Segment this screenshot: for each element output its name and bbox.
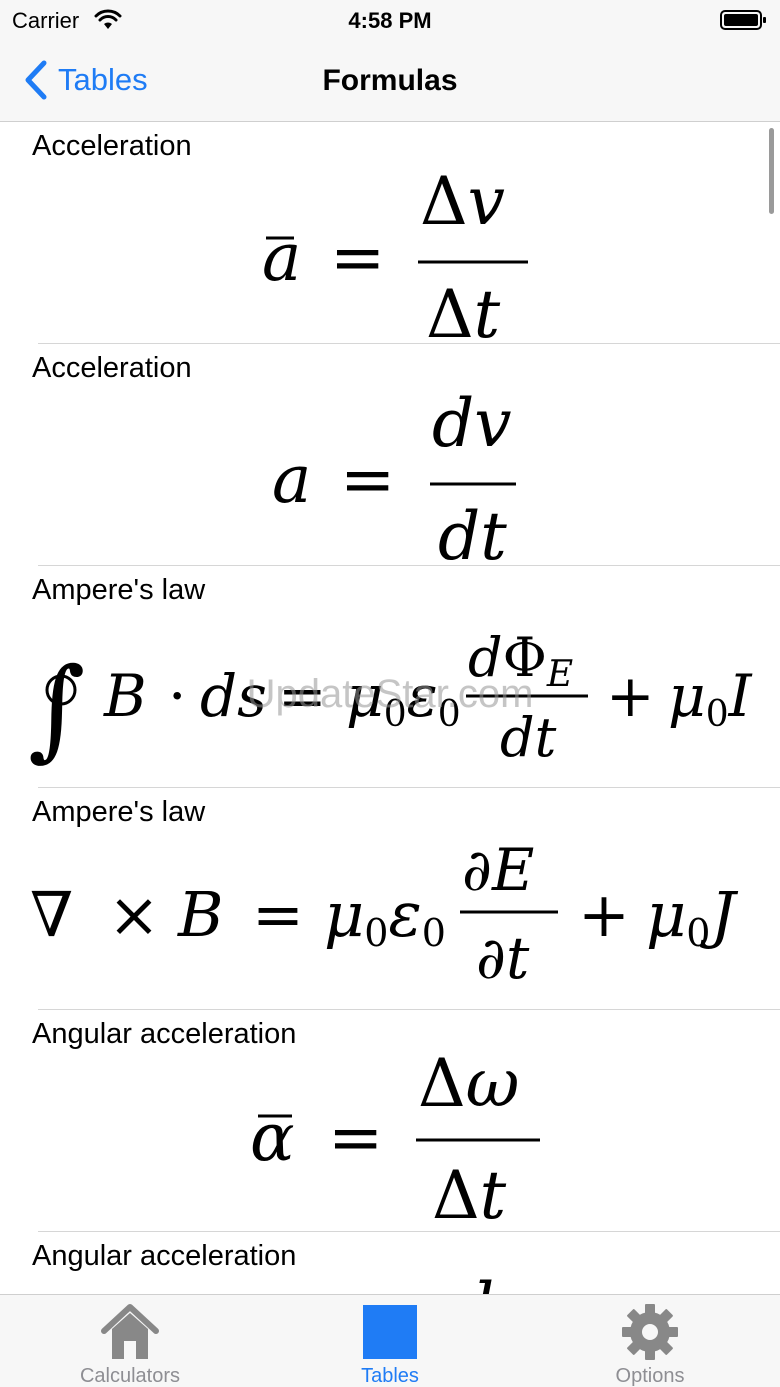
formula-image: a = Δv Δt: [0, 162, 780, 342]
formula-title: Angular acceleration: [32, 1018, 297, 1050]
formula-image: a = dv dt: [0, 384, 780, 564]
svg-text:α: α: [250, 1099, 295, 1176]
svg-text:+: +: [578, 878, 630, 951]
svg-text:a: a: [272, 441, 311, 518]
formula-title: Angular acceleration: [32, 1240, 297, 1272]
formula-title: Acceleration: [32, 352, 192, 384]
svg-text:·: ·: [168, 662, 186, 730]
formula-image: α = Δω Δt: [0, 1050, 780, 1230]
formula-title: Acceleration: [32, 130, 192, 162]
svg-text:×: ×: [108, 878, 160, 951]
svg-text:dv: dv: [432, 385, 512, 462]
svg-text:=: =: [252, 878, 304, 951]
svg-text:=: =: [278, 662, 327, 730]
tab-tables[interactable]: Tables: [260, 1295, 520, 1387]
tab-label: Options: [615, 1365, 685, 1387]
svg-text:Δω: Δω: [418, 1050, 520, 1122]
svg-text:μ0J: μ0J: [646, 878, 738, 955]
formula-image: d: [0, 1272, 780, 1294]
tab-label: Tables: [361, 1365, 419, 1387]
battery-icon: [720, 10, 766, 30]
gear-icon: [622, 1304, 678, 1360]
svg-text:=: =: [330, 219, 385, 296]
svg-text:∫: ∫: [28, 644, 85, 772]
tab-options[interactable]: Options: [520, 1295, 780, 1387]
formula-title: Ampere's law: [32, 574, 206, 606]
svg-text:B: B: [177, 878, 224, 951]
svg-text:+: +: [606, 662, 655, 730]
house-icon: [101, 1304, 159, 1359]
formula-title: Ampere's law: [32, 796, 206, 828]
status-bar: Carrier 4:58 PM: [0, 0, 780, 40]
formula-row[interactable]: Acceleration a = dv dt: [0, 344, 780, 566]
tab-calculators[interactable]: Calculators: [0, 1295, 260, 1387]
formula-image: ∫ B · ds = μ0ε0 dΦE dt + μ0I: [0, 606, 780, 786]
svg-text:=: =: [328, 1099, 383, 1176]
svg-text:=: =: [340, 441, 395, 518]
svg-text:μ0ε0: μ0ε0: [346, 662, 461, 735]
formula-image: ∇ × B = μ0ε0 ∂E ∂t + μ0J: [0, 828, 780, 1008]
svg-text:Δv: Δv: [420, 163, 505, 240]
page-title: Formulas: [322, 64, 458, 97]
svg-text:B: B: [103, 662, 147, 730]
svg-text:Δt: Δt: [432, 1157, 507, 1230]
svg-text:∇: ∇: [30, 878, 73, 951]
svg-text:a: a: [262, 219, 301, 296]
svg-text:μ0I: μ0I: [668, 662, 753, 735]
scroll-indicator[interactable]: [769, 128, 774, 214]
formula-row[interactable]: Ampere's law ∇ × B = μ0ε0 ∂E ∂t + μ0J: [0, 788, 780, 1010]
formula-row[interactable]: Angular acceleration d: [0, 1232, 780, 1294]
svg-text:Δt: Δt: [426, 276, 501, 342]
svg-text:dt: dt: [438, 498, 507, 564]
svg-text:μ0ε0: μ0ε0: [324, 878, 446, 955]
svg-text:∂t: ∂t: [476, 924, 530, 992]
tab-bar: Calculators Tables Options: [0, 1294, 780, 1387]
tab-label: Calculators: [79, 1365, 181, 1387]
svg-text:dΦE: dΦE: [468, 626, 573, 695]
svg-text:dt: dt: [500, 706, 557, 769]
svg-text:∂E: ∂E: [462, 836, 534, 904]
status-time: 4:58 PM: [348, 8, 432, 33]
formula-list[interactable]: Acceleration a = Δv Δt Acceleration a =: [0, 122, 780, 1294]
svg-text:ds: ds: [200, 662, 267, 730]
formula-row[interactable]: Angular acceleration α = Δω Δt: [0, 1010, 780, 1232]
blue-square-icon: [363, 1305, 417, 1359]
formula-row[interactable]: Acceleration a = Δv Δt: [0, 122, 780, 344]
navigation-bar: Tables Formulas: [0, 40, 780, 122]
formula-row[interactable]: Ampere's law ∫ B · ds = μ0ε0 dΦE dt + μ0…: [0, 566, 780, 788]
svg-text:d: d: [452, 1272, 494, 1294]
